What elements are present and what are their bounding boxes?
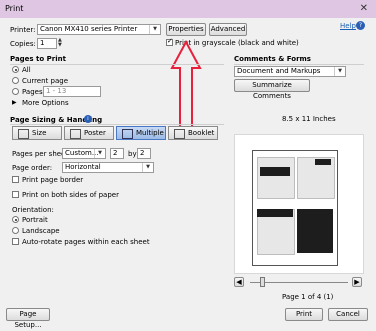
info-icon[interactable]: i	[84, 115, 92, 123]
copies-label: Copies:	[10, 40, 36, 48]
landscape-radio[interactable]	[12, 227, 19, 234]
help-icon[interactable]: ?	[356, 21, 365, 30]
properties-button[interactable]: Properties	[166, 23, 206, 36]
auto-rotate-label: Auto-rotate pages within each sheet	[22, 238, 150, 246]
pages-section-title: Pages to Print	[10, 55, 66, 63]
chevron-down-icon: ▼	[94, 149, 105, 158]
chevron-down-icon: ▼	[142, 163, 153, 172]
page-order-label: Page order:	[12, 164, 53, 172]
preview-heading	[315, 159, 331, 165]
columns-field[interactable]: 2	[110, 148, 124, 159]
page-border-checkbox[interactable]	[12, 176, 19, 183]
all-label: All	[22, 66, 31, 74]
both-sides-label: Print on both sides of paper	[22, 191, 119, 199]
divider	[234, 64, 364, 65]
tab-multiple[interactable]: Multiple	[116, 126, 166, 140]
preview-sheet	[252, 150, 338, 266]
preview-page-1	[257, 157, 295, 199]
current-page-label: Current page	[22, 77, 68, 85]
current-page-radio[interactable]	[12, 77, 19, 84]
summarize-comments-button[interactable]: Summarize Comments	[234, 79, 310, 100]
tab-size[interactable]: Size	[12, 126, 62, 140]
preview-header-bar	[257, 209, 293, 217]
printer-value: Canon MX410 series Printer	[40, 25, 138, 33]
pages-range-field[interactable]: 1 - 13	[43, 86, 101, 97]
pages-label: Pages	[22, 88, 43, 96]
copies-value: 1	[40, 39, 45, 47]
chevron-down-icon: ▼	[149, 25, 160, 34]
page-count-label: Page 1 of 4 (1)	[282, 293, 334, 301]
printer-label: Printer:	[10, 26, 36, 34]
more-options-label[interactable]: More Options	[22, 99, 69, 107]
tab-poster[interactable]: Poster	[64, 126, 114, 140]
chevron-down-icon: ▼	[334, 67, 345, 76]
page-border-label: Print page border	[22, 176, 84, 184]
tab-multiple-label: Multiple	[136, 129, 164, 137]
preview-page-4	[297, 209, 333, 253]
preview-banner	[260, 167, 290, 176]
columns-value: 2	[113, 149, 118, 157]
close-icon[interactable]: ✕	[360, 3, 368, 14]
by-label: by	[128, 150, 137, 158]
portrait-label: Portrait	[22, 216, 48, 224]
pages-radio[interactable]	[12, 88, 19, 95]
next-page-button[interactable]: ▶	[352, 277, 362, 287]
window-title: Print	[5, 4, 24, 13]
copies-stepper-icon[interactable]: ▲ ▼	[58, 38, 62, 48]
all-radio[interactable]	[12, 66, 19, 73]
page-order-value: Horizontal	[65, 163, 101, 171]
comments-value: Document and Markups	[237, 67, 321, 75]
preview-size-label: 8.5 x 11 Inches	[282, 115, 336, 123]
tab-size-label: Size	[32, 129, 47, 137]
tab-booklet[interactable]: Booklet	[168, 126, 218, 140]
auto-rotate-checkbox[interactable]	[12, 238, 19, 245]
portrait-radio[interactable]	[12, 216, 19, 223]
rows-value: 2	[140, 149, 145, 157]
page-setup-button[interactable]: Page Setup...	[6, 308, 50, 329]
cancel-button[interactable]: Cancel	[328, 308, 368, 321]
landscape-label: Landscape	[22, 227, 60, 235]
title-bar	[0, 0, 376, 18]
divider	[10, 64, 224, 65]
booklet-icon	[174, 129, 185, 139]
printer-select[interactable]: Canon MX410 series Printer ▼	[37, 24, 161, 35]
page-order-select[interactable]: Horizontal ▼	[62, 162, 154, 173]
prev-page-button[interactable]: ◀	[234, 277, 244, 287]
pages-range-placeholder: 1 - 13	[46, 87, 67, 95]
orientation-title: Orientation:	[12, 206, 54, 214]
poster-icon	[70, 129, 81, 139]
rows-field[interactable]: 2	[137, 148, 151, 159]
tab-booklet-label: Booklet	[188, 129, 215, 137]
copies-field[interactable]: 1	[37, 38, 57, 49]
expand-arrow-icon[interactable]: ▶	[12, 99, 17, 106]
print-button[interactable]: Print	[285, 308, 323, 321]
comments-section-title: Comments & Forms	[234, 55, 311, 63]
divider	[10, 124, 224, 125]
comments-select[interactable]: Document and Markups ▼	[234, 66, 346, 77]
multiple-icon	[122, 129, 133, 139]
pages-per-sheet-select[interactable]: Custom... ▼	[62, 148, 106, 159]
annotation-arrow-icon	[170, 40, 202, 137]
help-link[interactable]: Help	[340, 22, 356, 30]
tab-poster-label: Poster	[84, 129, 106, 137]
page-slider-thumb[interactable]	[260, 277, 265, 287]
size-icon	[18, 129, 29, 139]
advanced-button[interactable]: Advanced	[209, 23, 247, 36]
both-sides-checkbox[interactable]	[12, 191, 19, 198]
